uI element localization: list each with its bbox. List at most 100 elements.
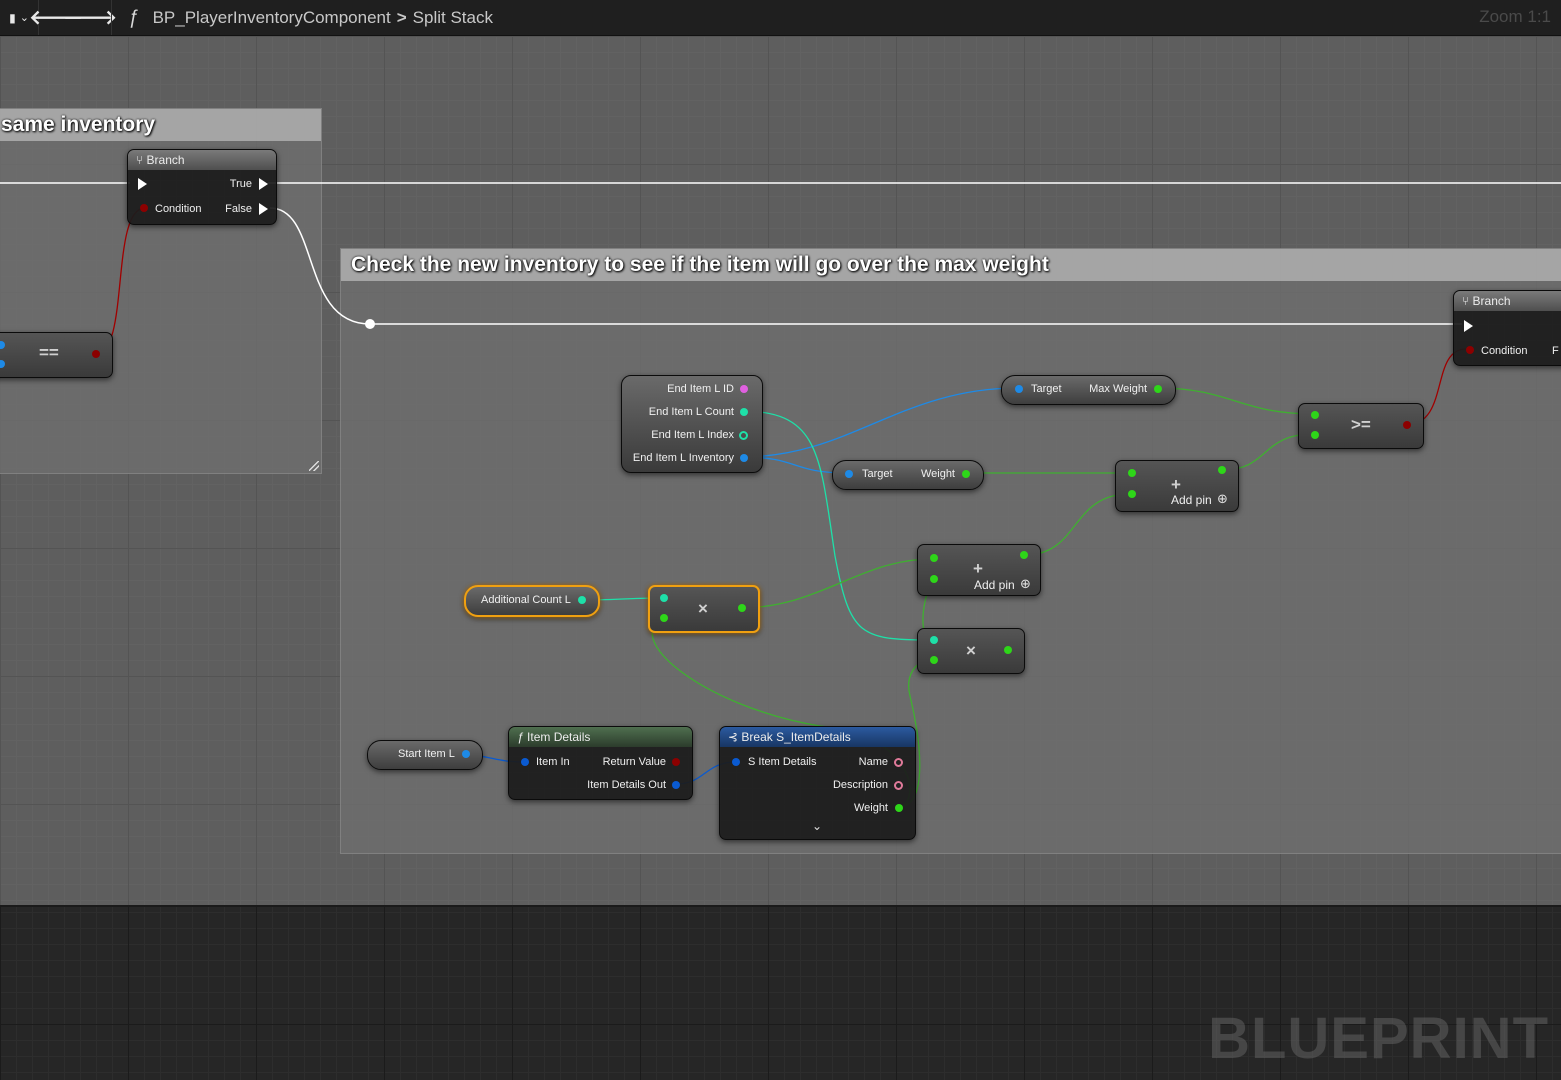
pin-label-item-in: Item In [536,756,570,768]
input-pin-b[interactable] [930,656,938,664]
end-item-id-pin[interactable] [740,385,748,393]
add-node-2[interactable]: + Add pin ⊕ [917,544,1041,596]
input-pin-b[interactable] [930,575,938,583]
branch-node-1[interactable]: ⑂ Branch True Condition False [127,149,277,225]
branch-icon: ⑂ [136,153,144,167]
bookmark-icon: ▮ [9,10,16,25]
operator-label: + [973,559,983,578]
node-header[interactable]: ⊰ Break S_ItemDetails [720,727,915,747]
forward-button[interactable]: 🡒 [63,0,117,35]
greater-equal-node[interactable]: >= [1298,403,1424,449]
start-item-pin[interactable] [462,750,470,758]
operator-label: × [966,641,976,660]
multiply-node-2[interactable]: × [917,628,1025,674]
breadcrumb-graph[interactable]: Split Stack [413,8,493,28]
pin-label-item-details-out: Item Details Out [587,779,666,791]
breadcrumb-separator: > [396,7,407,27]
object-wire-target1 [741,387,1019,458]
input-pin-a[interactable] [930,554,938,562]
weight-getter-node[interactable]: Target Weight [832,460,984,490]
max-weight-getter-node[interactable]: Target Max Weight [1001,375,1176,405]
pin-label-additional-count: Additional Count L [481,594,571,606]
float-wire-maxweight [1157,387,1315,415]
reroute-node [365,319,375,329]
input-pin-b[interactable] [660,614,668,622]
input-pin-b[interactable] [0,360,5,368]
condition-pin[interactable] [140,204,148,212]
pin-label-weight: Weight [920,468,955,480]
operator-label: × [698,599,708,618]
end-item-getter-node[interactable]: End Item L ID End Item L Count End Item … [621,375,763,473]
max-weight-pin[interactable] [1154,385,1162,393]
function-icon: ƒ [517,730,524,744]
equals-node[interactable]: == [0,332,113,378]
input-pin-a[interactable] [660,594,668,602]
name-pin[interactable] [894,758,903,767]
node-header[interactable]: ⑂ Branch [1454,291,1561,311]
additional-count-pin[interactable] [578,596,586,604]
start-item-getter-node[interactable]: Start Item L [367,740,483,770]
input-pin-a[interactable] [1311,411,1319,419]
pin-label-return-value: Return Value [602,756,666,768]
operator-label: + [1171,475,1181,494]
add-pin-button[interactable]: Add pin [1171,493,1212,507]
chevron-down-icon[interactable]: ⌄ [812,819,822,833]
description-pin[interactable] [894,781,903,790]
pin-label-false: False [225,203,252,215]
item-details-node[interactable]: ƒ Item Details Item In Return Value Item… [508,726,693,800]
target-pin[interactable] [845,470,853,478]
input-pin-a[interactable] [930,636,938,644]
pin-label-start-item: Start Item L [398,748,455,760]
break-struct-icon: ⊰ [728,730,739,744]
s-item-details-pin[interactable] [732,758,740,766]
output-pin[interactable] [1403,421,1411,429]
blueprint-watermark: BLUEPRINT [1208,1006,1549,1071]
input-pin-a[interactable] [1128,469,1136,477]
graph-toolbar: ▮ ⌄ 🡐 🡒 ƒ BP_PlayerInventoryComponent > … [0,0,1561,36]
item-in-pin[interactable] [521,758,529,766]
end-item-count-pin[interactable] [740,408,748,416]
break-item-details-node[interactable]: ⊰ Break S_ItemDetails S Item Details Nam… [719,726,916,840]
exec-wire-false [269,207,1462,325]
input-pin-a[interactable] [0,341,5,349]
node-title: Branch [1472,294,1511,308]
end-item-index-pin[interactable] [739,431,748,440]
weight-pin[interactable] [895,804,903,812]
pin-label-s-item-details: S Item Details [748,756,817,768]
add-pin-icon[interactable]: ⊕ [1020,576,1031,592]
additional-count-getter-node[interactable]: Additional Count L [464,585,600,617]
node-header[interactable]: ƒ Item Details [509,727,692,747]
breadcrumb-function[interactable]: BP_PlayerInventoryComponent [153,8,391,28]
output-pin[interactable] [738,604,746,612]
end-item-inventory-pin[interactable] [740,454,748,462]
branch-icon: ⑂ [1462,294,1470,308]
exec-in-pin[interactable] [138,178,147,190]
node-title: Break S_ItemDetails [741,730,851,744]
branch-node-2[interactable]: ⑂ Branch Condition F [1453,290,1561,366]
output-pin[interactable] [1020,551,1028,559]
output-pin[interactable] [1004,646,1012,654]
exec-in-pin[interactable] [1464,320,1473,332]
float-wire-mul1-out [739,558,933,609]
input-pin-b[interactable] [1311,431,1319,439]
graph-canvas[interactable]: same inventory Check the new inventory t… [0,36,1561,907]
add-pin-button[interactable]: Add pin [974,578,1015,592]
return-value-pin[interactable] [672,758,680,766]
node-header[interactable]: ⑂ Branch [128,150,276,170]
output-pin[interactable] [1218,466,1226,474]
target-pin[interactable] [1015,385,1023,393]
pin-label-condition: Condition [155,203,202,215]
weight-pin[interactable] [962,470,970,478]
exec-false-pin[interactable] [259,203,268,215]
node-title: Item Details [527,730,591,744]
output-pin[interactable] [92,350,100,358]
item-details-out-pin[interactable] [672,781,680,789]
add-node-1[interactable]: + Add pin ⊕ [1115,460,1239,512]
pin-label-weight: Weight [853,802,888,814]
exec-true-pin[interactable] [259,178,268,190]
add-pin-icon[interactable]: ⊕ [1217,491,1228,507]
pin-label-target: Target [862,468,893,480]
condition-pin[interactable] [1466,346,1474,354]
input-pin-b[interactable] [1128,490,1136,498]
multiply-node-1[interactable]: × [648,585,760,633]
